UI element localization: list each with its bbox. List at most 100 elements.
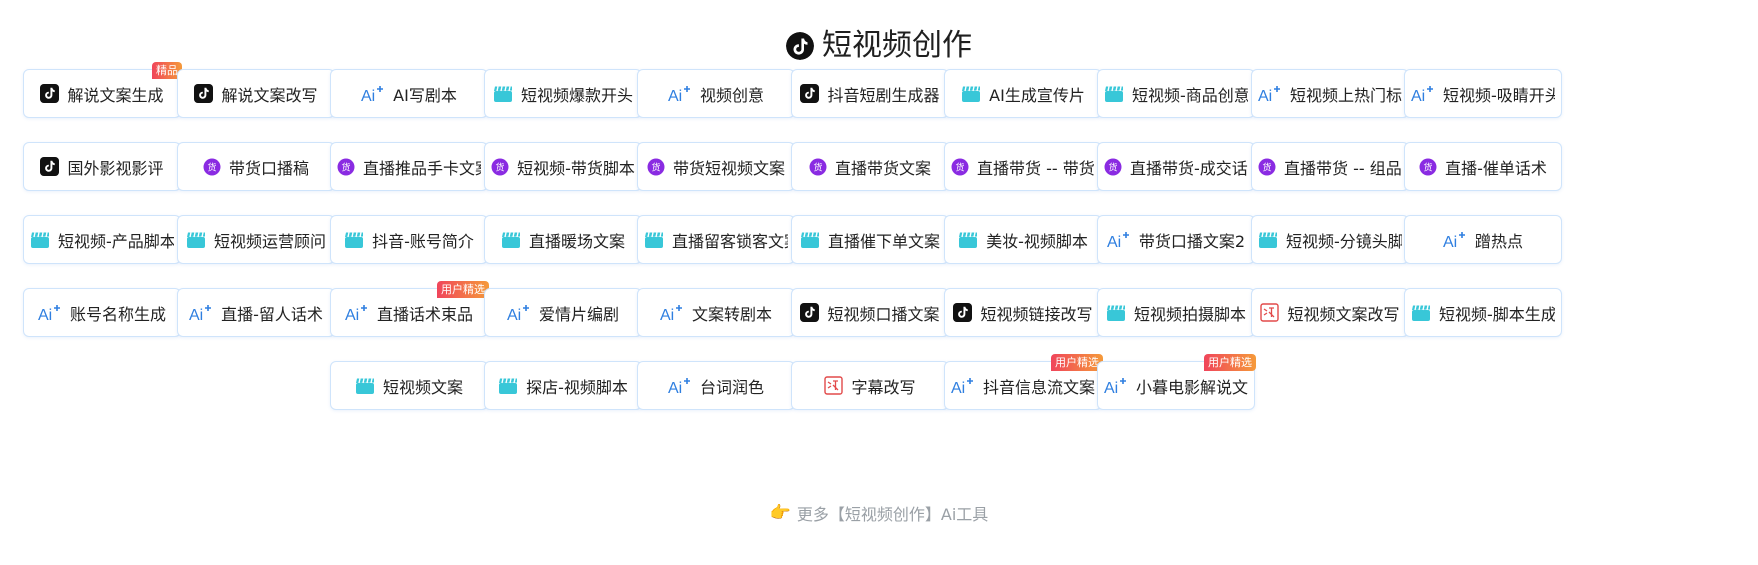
clapper-icon — [1411, 304, 1431, 322]
clapper-icon — [355, 377, 375, 395]
featured-badge: 用户精选 — [437, 281, 489, 298]
goods-icon: 货 — [1419, 158, 1437, 176]
goods-icon: 货 — [951, 158, 969, 176]
ai-icon: Ai — [38, 304, 62, 322]
tool-card[interactable]: 货 直播带货 -- 组品话术 — [1251, 142, 1409, 191]
tiktok-icon — [953, 303, 973, 322]
featured-badge: 用户精选 — [1051, 354, 1103, 371]
tool-card-label: 台词润色 — [699, 377, 764, 397]
tool-grid: 解说文案生成 精品 解说文案改写 Ai AI写剧本 短视频爆款开头 Ai 视频创意 抖音短剧生成… — [0, 0, 1758, 565]
tool-card[interactable]: 短视频文案改写 — [1251, 288, 1409, 337]
tool-card[interactable]: 货短视频-带货脚本 — [484, 142, 642, 191]
tool-card[interactable]: Ai 蹭热点 — [1404, 215, 1562, 264]
goods-icon: 货 — [203, 158, 221, 176]
tool-card[interactable]: 直播暖场文案 — [484, 215, 642, 264]
svg-text:Ai: Ai — [1258, 88, 1272, 103]
tool-card[interactable]: Ai 爱情片编剧 — [484, 288, 642, 337]
tool-card[interactable]: Ai 文案转剧本 — [637, 288, 795, 337]
tool-card-label: 账号名称生成 — [69, 304, 166, 324]
clapper-icon — [501, 231, 521, 249]
goods-icon: 货 — [647, 158, 665, 176]
tool-card[interactable]: 货直播带货文案 — [791, 142, 949, 191]
tool-card-label: 短视频文案改写 — [1287, 304, 1400, 324]
tool-card[interactable]: Ai 小暮电影解说文案 用户精选 — [1097, 354, 1256, 410]
tool-card-label: 直播-催单话术 — [1445, 158, 1547, 178]
tool-card[interactable]: 货 直播带货-成交话术 — [1097, 142, 1255, 191]
tool-card-label: 国外影视影评 — [67, 158, 164, 178]
tool-card[interactable]: 货 直播带货 -- 带货话术 — [944, 142, 1102, 191]
clapper-icon — [30, 231, 50, 249]
tool-card[interactable]: 解说文案生成 精品 — [23, 62, 182, 118]
tool-card[interactable]: 直播留客锁客文案 — [637, 215, 795, 264]
tool-card[interactable]: Ai 台词润色 — [637, 361, 795, 410]
tool-card[interactable]: 短视频-分镜头脚本 — [1251, 215, 1409, 264]
clapper-icon — [1258, 231, 1278, 249]
tool-card-label: 短视频口播文案 — [827, 304, 940, 324]
svg-text:Ai: Ai — [660, 307, 674, 322]
ai-icon: Ai — [1411, 85, 1435, 103]
tool-card[interactable]: 国外影视影评 — [23, 142, 181, 191]
tiktok-icon — [194, 84, 214, 103]
tool-card-label: 短视频拍摄脚本 — [1133, 304, 1246, 324]
ai-icon: Ai — [668, 85, 692, 103]
svg-text:Ai: Ai — [1107, 234, 1121, 249]
ai-icon: Ai — [951, 377, 975, 395]
tool-card-label: 短视频-带货脚本 — [517, 158, 635, 178]
tool-card-label: 短视频文案 — [382, 377, 463, 397]
svg-text:Ai: Ai — [668, 380, 682, 395]
tool-card[interactable]: 短视频拍摄脚本 — [1097, 288, 1255, 337]
tool-card[interactable]: 抖音-账号简介 — [330, 215, 488, 264]
tool-card-label: 直播带货-成交话术 — [1130, 158, 1248, 178]
goods-icon: 货 — [1104, 158, 1122, 176]
subtitle-icon — [1260, 303, 1280, 322]
clapper-icon — [961, 85, 981, 103]
tool-card[interactable]: 抖音短剧生成器 — [791, 69, 949, 118]
tool-card[interactable]: Ai AI写剧本 — [330, 69, 488, 118]
tool-card[interactable]: 短视频-商品创意 — [1097, 69, 1255, 118]
tool-card-label: 抖音信息流文案模板 — [983, 377, 1095, 397]
tool-card[interactable]: Ai 视频创意 — [637, 69, 795, 118]
tool-card[interactable]: Ai 短视频上热门标题 — [1251, 69, 1409, 118]
tool-card[interactable]: 货直播-催单话术 — [1404, 142, 1562, 191]
tool-card[interactable]: 货带货短视频文案 — [637, 142, 795, 191]
tool-card-label: 解说文案生成 — [67, 85, 164, 105]
svg-text:Ai: Ai — [951, 380, 965, 395]
tool-card[interactable]: Ai 抖音信息流文案模板 用户精选 — [944, 354, 1103, 410]
tool-card[interactable]: Ai 短视频-吸睛开头 — [1404, 69, 1562, 118]
tool-card[interactable]: AI生成宣传片 — [944, 69, 1102, 118]
tool-card[interactable]: 直播催下单文案 — [791, 215, 949, 264]
tool-card[interactable]: 探店-视频脚本 — [484, 361, 642, 410]
svg-text:货: 货 — [651, 161, 660, 173]
clapper-icon — [958, 231, 978, 249]
goods-icon: 货 — [337, 158, 355, 176]
tool-card[interactable]: 短视频口播文案 — [791, 288, 949, 337]
tool-card[interactable]: 短视频-产品脚本 — [23, 215, 181, 264]
tool-card[interactable]: 解说文案改写 — [177, 69, 335, 118]
tool-card[interactable]: 短视频爆款开头 — [484, 69, 642, 118]
ai-icon: Ai — [1107, 231, 1131, 249]
ai-icon: Ai — [361, 85, 385, 103]
tool-card[interactable]: 货 直播推品手卡文案 — [330, 142, 488, 191]
tool-card-label: 美妆-视频脚本 — [986, 231, 1088, 251]
more-tools-link[interactable]: 👉 更多【短视频创作】Ai工具 — [0, 501, 1758, 525]
tool-card[interactable]: 短视频运营顾问 — [177, 215, 335, 264]
tool-card[interactable]: 短视频-脚本生成 — [1404, 288, 1562, 337]
tool-card[interactable]: 字幕改写 — [791, 361, 949, 410]
tool-card[interactable]: 短视频文案 — [330, 361, 488, 410]
tool-card[interactable]: Ai 直播-留人话术 — [177, 288, 335, 337]
tool-card-label: 视频创意 — [699, 85, 764, 105]
tiktok-icon — [800, 84, 820, 103]
tool-card-label: 短视频-产品脚本 — [58, 231, 174, 251]
tool-card[interactable]: 美妆-视频脚本 — [944, 215, 1102, 264]
tool-card[interactable]: Ai 账号名称生成 — [23, 288, 181, 337]
tool-card[interactable]: 货带货口播稿 — [177, 142, 335, 191]
svg-text:货: 货 — [1262, 161, 1271, 173]
tool-card[interactable]: Ai 带货口播文案2 — [1097, 215, 1255, 264]
tool-card-label: 小暮电影解说文案 — [1136, 377, 1248, 397]
tool-card-label: 抖音短剧生成器 — [827, 85, 940, 105]
tool-card[interactable]: Ai 直播话术束品 用户精选 — [330, 281, 489, 337]
tool-card-label: 带货口播文案2 — [1138, 231, 1246, 251]
tool-card-label: 带货短视频文案 — [672, 158, 785, 178]
goods-icon: 货 — [491, 158, 509, 176]
tool-card[interactable]: 短视频链接改写 — [944, 288, 1102, 337]
